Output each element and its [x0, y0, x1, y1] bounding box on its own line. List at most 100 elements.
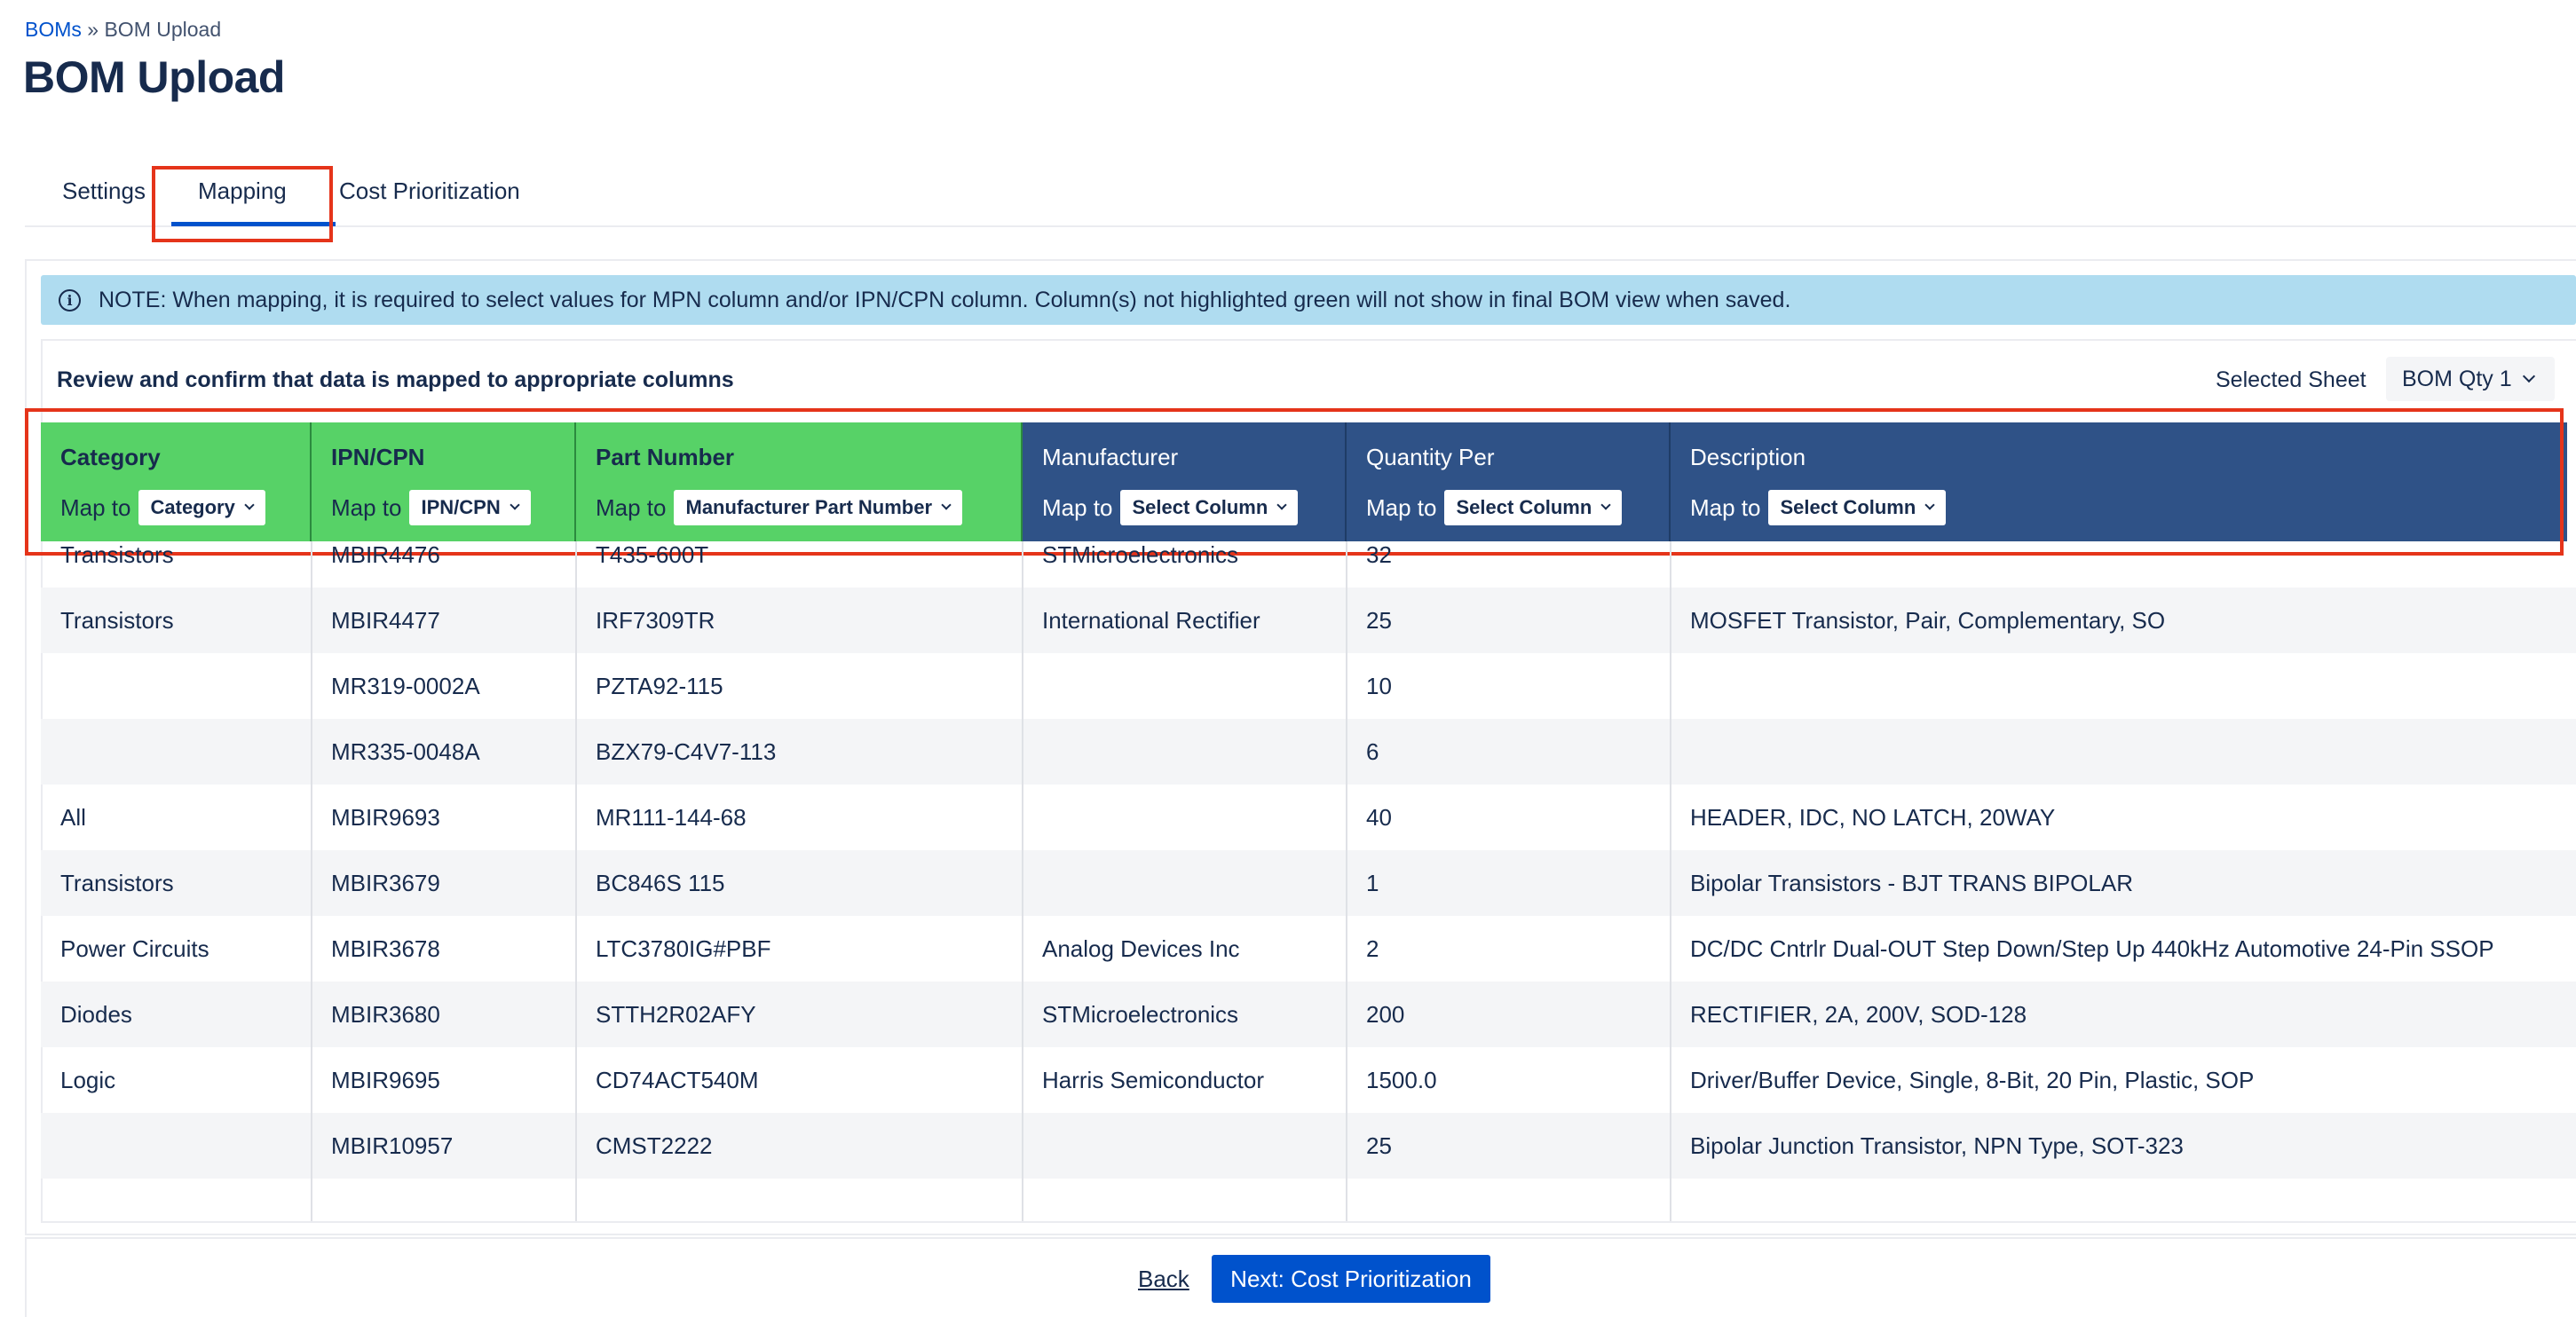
breadcrumb-separator: »	[87, 18, 99, 41]
map-to-label: Map to	[596, 493, 667, 521]
cell-category: Power Circuits	[60, 935, 209, 962]
map-to-row: Map to Select Column	[1690, 490, 1947, 525]
column-header-quantity-per: Quantity Per Map to Select Column	[1347, 422, 1671, 541]
column-header-category: Category Map to Category	[41, 422, 312, 541]
cell-description: RECTIFIER, 2A, 200V, SOD-128	[1690, 1000, 2027, 1028]
table-row: Transistors MBIR3679 BC846S 115 1 Bipolar Tr…	[41, 850, 2576, 916]
cell-ipn-cpn: MBIR3680	[331, 1000, 440, 1028]
table-row: Power Circuits MBIR3678 LTC3780IG#PBF Analo…	[41, 916, 2576, 982]
cell-quantity-per: 25	[1366, 1132, 1392, 1159]
selected-sheet-value: BOM Qty 1	[2402, 366, 2512, 391]
selected-sheet-label: Selected Sheet	[2216, 367, 2367, 392]
column-name: IPN/CPN	[331, 444, 425, 470]
cell-part-number: CMST2222	[596, 1132, 713, 1159]
map-to-row: Map to Select Column	[1042, 490, 1299, 525]
cell-description	[1671, 653, 2576, 719]
cell-manufacturer: STMicroelectronics	[1042, 1000, 1239, 1028]
cell-ipn-cpn: MBIR4476	[331, 541, 440, 568]
column-name: Part Number	[596, 444, 735, 470]
preview-table-body[interactable]: MBIR10957 CMST2222 25 Bipolar Junction Tran…	[41, 541, 2576, 1221]
cell-part-number: BC846S 115	[596, 869, 725, 896]
map-select-part-number[interactable]: Manufacturer Part Number	[673, 490, 963, 525]
map-select-ipn-cpn[interactable]: IPN/CPN	[408, 490, 531, 525]
cell-ipn-cpn: MBIR3679	[331, 869, 440, 896]
map-select-value: Category	[150, 496, 235, 518]
table-row: All MBIR9693 MR111-144-68 40 HEADER, IDC, NO…	[41, 785, 2576, 850]
map-select-quantity-per[interactable]: Select Column	[1443, 490, 1623, 525]
chevron-down-icon	[1600, 500, 1611, 510]
tab-highlight-box	[152, 166, 333, 242]
map-to-label: Map to	[1042, 493, 1113, 521]
breadcrumb-boms-link[interactable]: BOMs	[25, 18, 82, 41]
map-select-category[interactable]: Category	[138, 490, 265, 525]
cell-ipn-cpn: MR335-0048A	[331, 737, 480, 765]
map-select-description[interactable]: Select Column	[1767, 490, 1947, 525]
cell-part-number: IRF7309TR	[596, 606, 715, 634]
map-to-row: Map to Category	[60, 490, 265, 525]
column-name: Category	[60, 444, 161, 470]
review-instruction: Review and confirm that data is mapped t…	[57, 367, 734, 392]
cell-manufacturer: International Rectifier	[1042, 606, 1260, 634]
column-header-manufacturer: Manufacturer Map to Select Column	[1023, 422, 1347, 541]
table-row: Transistors MBIR4476 T435-600T STMicroelect…	[41, 541, 2576, 588]
tab-settings[interactable]: Settings	[62, 177, 146, 205]
chevron-down-icon	[941, 500, 952, 510]
cell-manufacturer	[1023, 719, 1347, 785]
table-row: MBIR10957 CMST2222 25 Bipolar Junction Tran…	[41, 1113, 2576, 1179]
column-divider	[311, 541, 312, 1221]
column-name: Quantity Per	[1366, 444, 1495, 470]
cell-description: Bipolar Transistors - BJT TRANS BIPOLAR	[1690, 869, 2133, 896]
cell-quantity-per: 6	[1366, 737, 1379, 765]
cell-manufacturer: STMicroelectronics	[1042, 541, 1239, 568]
chevron-down-icon	[1276, 500, 1287, 510]
cell-manufacturer	[1023, 1113, 1347, 1179]
cell-ipn-cpn: MR319-0002A	[331, 672, 480, 699]
cell-quantity-per: 1	[1366, 869, 1379, 896]
cell-part-number: PZTA92-115	[596, 672, 723, 699]
map-select-value: Select Column	[1132, 496, 1268, 518]
info-icon: i	[59, 288, 81, 312]
column-mapping-header: Category Map to Category IPN/CPN Map to …	[41, 422, 2567, 541]
cell-description	[1671, 719, 2576, 785]
map-to-label: Map to	[60, 493, 131, 521]
tab-cost-prioritization[interactable]: Cost Prioritization	[339, 177, 520, 205]
info-note: i NOTE: When mapping, it is required to …	[41, 275, 2576, 325]
column-divider	[1022, 541, 1023, 1221]
cell-quantity-per: 40	[1366, 803, 1392, 831]
map-select-value: Select Column	[1456, 496, 1592, 518]
cell-quantity-per: 10	[1366, 672, 1392, 699]
cell-ipn-cpn: MBIR9693	[331, 803, 440, 831]
cell-category: Transistors	[60, 541, 174, 568]
cell-quantity-per: 2	[1366, 935, 1379, 962]
column-name: Description	[1690, 444, 1806, 470]
map-to-label: Map to	[1366, 493, 1437, 521]
back-link[interactable]: Back	[1138, 1266, 1189, 1293]
chevron-down-icon	[2522, 369, 2535, 383]
map-to-row: Map to Select Column	[1366, 490, 1623, 525]
cell-category: Transistors	[60, 606, 174, 634]
cell-quantity-per: 1500.0	[1366, 1066, 1437, 1093]
cell-description: DC/DC Cntrlr Dual-OUT Step Down/Step Up …	[1690, 935, 2494, 962]
column-divider	[575, 541, 577, 1221]
map-select-manufacturer[interactable]: Select Column	[1119, 490, 1299, 525]
map-to-row: Map to IPN/CPN	[331, 490, 531, 525]
map-to-row: Map to Manufacturer Part Number	[596, 490, 963, 525]
column-header-description: Description Map to Select Column	[1671, 422, 2567, 541]
cell-ipn-cpn: MBIR4477	[331, 606, 440, 634]
cell-description: HEADER, IDC, NO LATCH, 20WAY	[1690, 803, 2056, 831]
cell-category	[41, 1113, 312, 1179]
chevron-down-icon	[1924, 500, 1935, 510]
cell-quantity-per: 25	[1366, 606, 1392, 634]
selected-sheet-dropdown[interactable]: BOM Qty 1	[2386, 357, 2555, 401]
cell-category: Logic	[60, 1066, 116, 1093]
next-cost-prioritization-button[interactable]: Next: Cost Prioritization	[1212, 1255, 1490, 1303]
table-row: Transistors MBIR4477 IRF7309TR Internationa…	[41, 588, 2576, 653]
cell-category	[41, 653, 312, 719]
cell-description: Bipolar Junction Transistor, NPN Type, S…	[1690, 1132, 2184, 1159]
column-divider	[1670, 541, 1671, 1221]
cell-part-number: LTC3780IG#PBF	[596, 935, 771, 962]
cell-ipn-cpn: MBIR10957	[331, 1132, 454, 1159]
cell-description: Driver/Buffer Device, Single, 8-Bit, 20 …	[1690, 1066, 2255, 1093]
cell-manufacturer	[1023, 785, 1347, 850]
cell-manufacturer: Harris Semiconductor	[1042, 1066, 1264, 1093]
